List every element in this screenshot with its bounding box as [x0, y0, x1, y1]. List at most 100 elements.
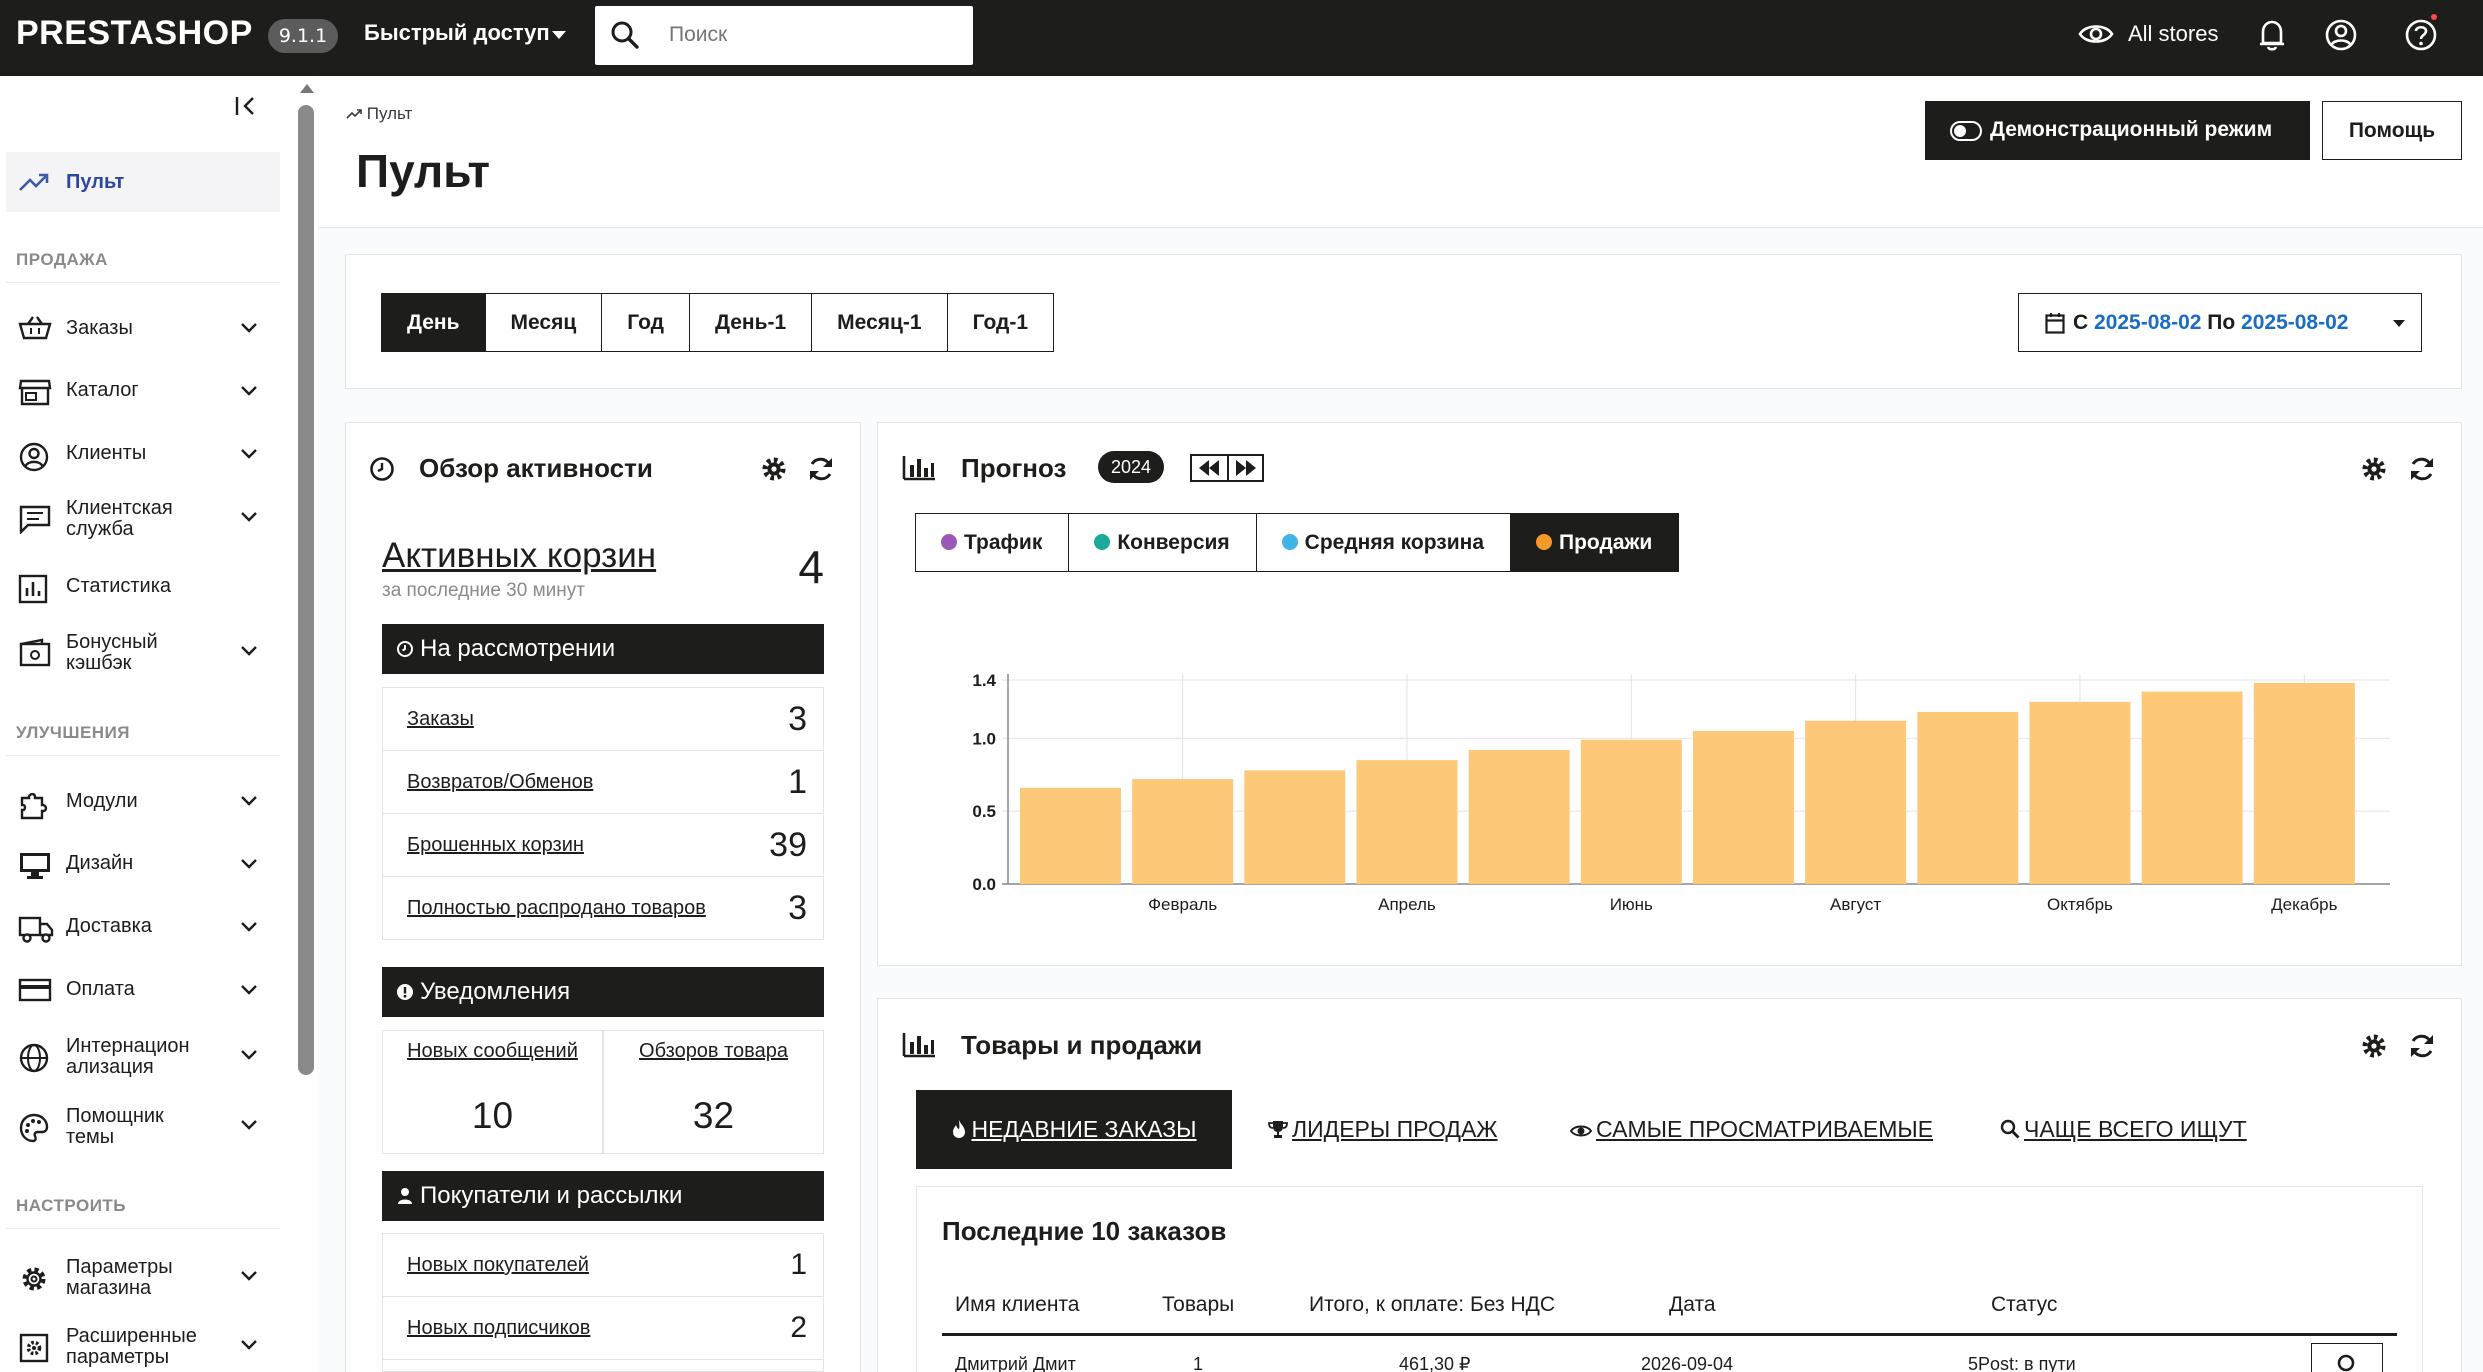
sidebar-item-orders[interactable]: Заказы [6, 297, 280, 359]
sidebar-item-label: Оплата [66, 978, 135, 1000]
tab-average-cart[interactable]: Средняя корзина [1255, 513, 1512, 572]
new-subscribers-link[interactable]: Новых подписчиков [407, 1317, 590, 1340]
settings-box-icon [19, 1333, 49, 1363]
sidebar-item-customers[interactable]: Клиенты [6, 423, 280, 485]
tab-best-sellers[interactable]: ЛИДЕРЫ ПРОДАЖ [1268, 1090, 1498, 1169]
clock-icon [370, 457, 394, 481]
eye-icon[interactable] [2078, 20, 2114, 48]
collapse-sidebar-icon[interactable] [233, 94, 261, 118]
wallet-icon [19, 638, 51, 667]
bar-chart-icon [18, 574, 48, 604]
view-order-button[interactable] [2311, 1343, 2383, 1372]
demo-mode-button[interactable]: Демонстрационный режим [1925, 101, 2310, 160]
tab-conversion[interactable]: Конверсия [1068, 513, 1257, 572]
scroll-up-arrow[interactable] [300, 84, 314, 93]
new-customers-value: 1 [790, 1248, 807, 1281]
tab-recent-orders[interactable]: НЕДАВНИЕ ЗАКАЗЫ [916, 1090, 1232, 1169]
tab-most-viewed[interactable]: САМЫЕ ПРОСМАТРИВАЕМЫЕ [1570, 1090, 1933, 1169]
x-tick-label: Февраль [1148, 895, 1217, 914]
forecast-year-nav [1190, 454, 1264, 482]
sidebar-item-advanced-params[interactable]: Расширенные параметры [6, 1314, 280, 1372]
store-selector[interactable]: All stores [2128, 21, 2218, 47]
period-month-button[interactable]: Месяц [484, 293, 603, 352]
chart-bar [1693, 731, 1794, 884]
period-prev-month-button[interactable]: Месяц-1 [811, 293, 948, 352]
quick-access-dropdown[interactable]: Быстрый доступ [364, 20, 550, 46]
section-sell: ПРОДАЖА [16, 250, 108, 269]
logo[interactable]: PRESTASHOP [16, 14, 253, 53]
product-reviews-value: 32 [692, 1095, 735, 1136]
demo-mode-label: Демонстрационный режим [1990, 118, 2273, 141]
gear-icon[interactable] [2360, 455, 2388, 483]
sidebar-item-theme-helper[interactable]: Помощник темы [6, 1094, 280, 1156]
sidebar-item-label: темы [66, 1126, 115, 1148]
tab-traffic[interactable]: Трафик [915, 513, 1070, 572]
version-badge: 9.1.1 [268, 19, 338, 53]
help-button[interactable]: Помощь [2322, 101, 2462, 160]
search-box[interactable] [595, 6, 973, 65]
kpi-orders-link[interactable]: Заказы [407, 708, 474, 731]
kpi-row-orders: Заказы 3 [382, 687, 824, 751]
active-carts-link[interactable]: Активных корзин [382, 536, 656, 576]
new-messages-link[interactable]: Новых сообщений [383, 1040, 602, 1063]
product-reviews-link[interactable]: Обзоров товара [604, 1040, 823, 1063]
prev-year-button[interactable] [1192, 456, 1227, 480]
x-tick-label: Октябрь [2047, 895, 2113, 914]
gear-icon[interactable] [760, 455, 788, 483]
sidebar-item-stats[interactable]: Статистика [6, 556, 280, 618]
next-year-button[interactable] [1227, 456, 1262, 480]
sidebar-item-shipping[interactable]: Доставка [6, 896, 280, 958]
sidebar-item-label: Пульт [66, 171, 125, 193]
kpi-row-new-subscribers: Новых подписчиков 2 [382, 1296, 824, 1360]
sidebar-item-payment[interactable]: Оплата [6, 959, 280, 1021]
kpi-abandoned-link[interactable]: Брошенных корзин [407, 834, 584, 857]
tab-best-sellers-label: ЛИДЕРЫ ПРОДАЖ [1292, 1116, 1498, 1142]
search-icon [2000, 1119, 2020, 1139]
tab-conversion-label: Конверсия [1117, 531, 1230, 554]
sidebar-item-modules[interactable]: Модули [6, 770, 280, 832]
gear-icon[interactable] [2360, 1032, 2388, 1060]
help-icon[interactable] [2403, 17, 2439, 53]
alert-icon [397, 984, 413, 1000]
scrollbar-thumb[interactable] [298, 105, 314, 1075]
active-carts-value: 4 [798, 541, 824, 593]
chevron-down-icon [241, 323, 257, 333]
sidebar-item-shop-params[interactable]: Параметры магазина [6, 1245, 280, 1307]
refresh-icon[interactable] [2408, 455, 2436, 483]
sidebar-item-label: служба [66, 518, 134, 540]
chevron-down-icon [241, 449, 257, 459]
breadcrumb[interactable]: Пульт [346, 104, 412, 124]
bell-icon[interactable] [2255, 17, 2289, 53]
sidebar-item-cashback[interactable]: Бонусный кэшбэк [6, 620, 280, 682]
sidebar-item-label: ализация [66, 1056, 154, 1078]
kpi-returns-link[interactable]: Возвратов/Обменов [407, 771, 593, 794]
fire-icon [953, 1120, 966, 1138]
kpi-soldout-link[interactable]: Полностью распродано товаров [407, 897, 706, 920]
chevron-down-icon[interactable] [552, 31, 566, 39]
new-customers-link[interactable]: Новых покупателей [407, 1254, 589, 1277]
tab-most-searched[interactable]: ЧАЩЕ ВСЕГО ИЩУТ [2000, 1090, 2247, 1169]
period-year-button[interactable]: Год [601, 293, 690, 352]
breadcrumb-label[interactable]: Пульт [367, 104, 413, 123]
x-tick-label: Декабрь [2271, 895, 2337, 914]
period-prev-year-button[interactable]: Год-1 [946, 293, 1055, 352]
y-tick-label: 0.5 [972, 802, 996, 821]
sidebar-item-international[interactable]: Интернацион ализация [6, 1024, 280, 1086]
period-prev-day-button[interactable]: День-1 [689, 293, 813, 352]
date-range-picker[interactable]: С 2025-08-02 По 2025-08-02 [2018, 293, 2422, 352]
sidebar-item-customer-service[interactable]: Клиентская служба [6, 486, 280, 548]
refresh-icon[interactable] [807, 455, 835, 483]
sidebar-item-design[interactable]: Дизайн [6, 833, 280, 895]
user-icon[interactable] [2323, 17, 2359, 53]
sidebar-item-catalog[interactable]: Каталог [6, 360, 280, 422]
tab-sales[interactable]: Продажи [1510, 513, 1680, 572]
period-day-button[interactable]: День [381, 293, 486, 352]
sidebar-item-label: Бонусный [66, 631, 158, 653]
search-input[interactable] [669, 18, 959, 52]
refresh-icon[interactable] [2408, 1032, 2436, 1060]
date-to[interactable]: 2025-08-02 [2241, 311, 2348, 334]
notif-messages-cell: Новых сообщений 10 [382, 1030, 603, 1154]
sidebar-item-dashboard[interactable]: Пульт [6, 152, 280, 214]
tab-recent-orders-label: НЕДАВНИЕ ЗАКАЗЫ [971, 1116, 1197, 1142]
date-from[interactable]: 2025-08-02 [2094, 311, 2201, 334]
